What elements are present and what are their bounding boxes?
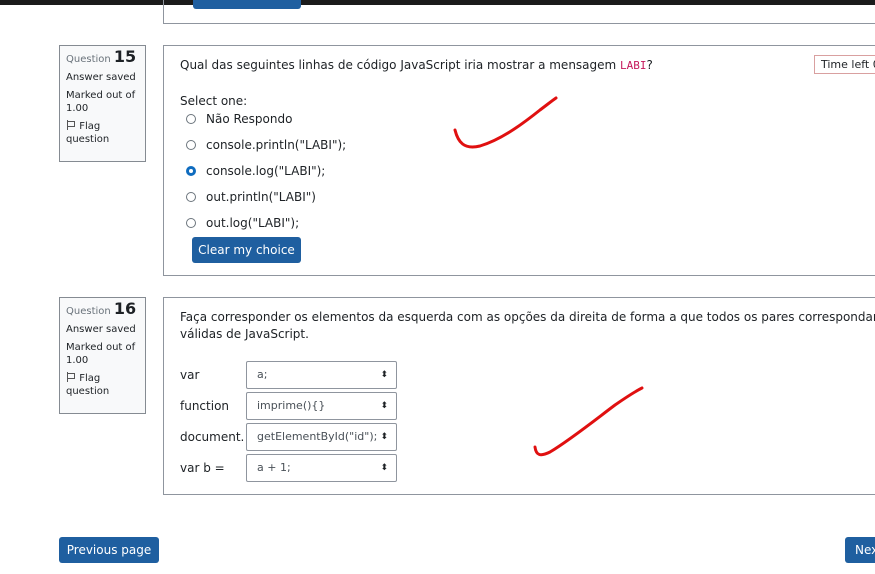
match-label: document.: [180, 430, 245, 444]
question-16-content: Faça corresponder os elementos da esquer…: [163, 297, 875, 495]
inline-code: LABI: [620, 59, 647, 72]
question-grade: Marked out of 1.00: [66, 342, 136, 366]
radio-button-selected[interactable]: [186, 166, 196, 176]
select-one-prompt: Select one:: [180, 94, 248, 108]
match-select[interactable]: a; ⬍: [246, 361, 397, 389]
select-arrows-icon: ⬍: [380, 401, 388, 411]
time-left-badge: Time left 0: [814, 55, 875, 74]
flag-question-link[interactable]: Flag question: [66, 372, 139, 398]
question-15-content: Qual das seguintes linhas de código Java…: [163, 45, 875, 276]
question-text: Faça corresponder os elementos da esquer…: [180, 310, 875, 341]
select-arrows-icon: ⬍: [380, 432, 388, 442]
answer-option[interactable]: Não Respondo: [186, 110, 292, 128]
select-arrows-icon: ⬍: [380, 370, 388, 380]
match-select[interactable]: a + 1; ⬍: [246, 454, 397, 482]
previous-question-button-stub[interactable]: [193, 0, 301, 9]
question-number: Question 15: [66, 47, 137, 66]
select-arrows-icon: ⬍: [380, 463, 388, 473]
radio-button[interactable]: [186, 192, 196, 202]
match-select[interactable]: getElementById("id"); ⬍: [246, 423, 397, 451]
question-state: Answer saved: [66, 324, 136, 335]
match-label: var b =: [180, 461, 225, 475]
question-16-info: Question 16 Answer saved Marked out of 1…: [59, 297, 146, 414]
question-text: Qual das seguintes linhas de código Java…: [180, 58, 653, 72]
question-number: Question 16: [66, 299, 137, 318]
answer-option[interactable]: out.log("LABI");: [186, 214, 299, 232]
match-label: function: [180, 399, 230, 413]
match-select[interactable]: imprime(){} ⬍: [246, 392, 397, 420]
radio-button[interactable]: [186, 140, 196, 150]
previous-page-button[interactable]: Previous page: [59, 537, 159, 563]
answer-option[interactable]: console.println("LABI");: [186, 136, 346, 154]
next-page-button[interactable]: Nex: [845, 537, 875, 563]
clear-my-choice-button[interactable]: Clear my choice: [192, 237, 301, 263]
radio-button[interactable]: [186, 218, 196, 228]
answer-option[interactable]: out.println("LABI"): [186, 188, 316, 206]
question-grade: Marked out of 1.00: [66, 90, 136, 114]
flag-icon: [66, 120, 76, 130]
radio-button[interactable]: [186, 114, 196, 124]
answer-option[interactable]: console.log("LABI");: [186, 162, 325, 180]
flag-question-link[interactable]: Flag question: [66, 120, 139, 146]
question-state: Answer saved: [66, 72, 136, 83]
previous-question-content: [163, 0, 875, 24]
question-15-info: Question 15 Answer saved Marked out of 1…: [59, 45, 146, 162]
flag-icon: [66, 372, 76, 382]
match-label: var: [180, 368, 200, 382]
